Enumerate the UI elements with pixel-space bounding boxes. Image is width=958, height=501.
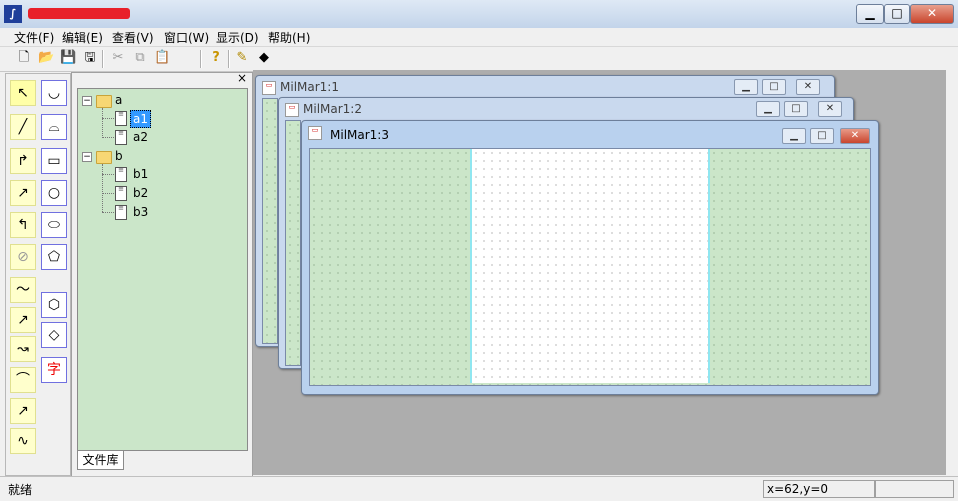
- zigzag-tool[interactable]: ↝: [10, 336, 36, 362]
- tree-line: [102, 174, 114, 175]
- document-icon: ≡: [115, 167, 127, 182]
- document-window-icon: ▭: [285, 103, 299, 117]
- help-icon[interactable]: ?: [208, 50, 224, 66]
- toolbar-separator: [102, 50, 104, 68]
- folder-icon: [96, 151, 112, 164]
- tool-palette: ↖ ◡ ╱ ⌓ ↱ ▭ ↗ ○ ↰ ⬭ ⊘ ⬠ 〜 ↗ ⬡ ↝ ◇ 字 ⌒ ↗ …: [5, 73, 71, 476]
- menu-view[interactable]: 查看(V): [112, 29, 154, 46]
- ellipse-tool[interactable]: ⬭: [41, 212, 67, 238]
- copy-icon[interactable]: ⧉: [132, 50, 148, 66]
- maximize-button[interactable]: □: [762, 79, 786, 95]
- polygon-tool[interactable]: ⬠: [41, 244, 67, 270]
- tree-line: [102, 108, 103, 138]
- document-icon: ≡: [115, 130, 127, 145]
- spline-tool[interactable]: ⌒: [10, 367, 36, 393]
- menu-edit[interactable]: 编辑(E): [62, 29, 103, 46]
- menu-bar: 文件(F) 编辑(E) 查看(V) 窗口(W) 显示(D) 帮助(H): [0, 28, 958, 46]
- polyline-tool[interactable]: 〜: [10, 277, 36, 303]
- tree-folder-b[interactable]: b: [115, 148, 123, 164]
- maximize-button[interactable]: □: [884, 4, 910, 24]
- file-tree: − a ≡ a1 ≡ a2 − b ≡ b1 ≡ b2 ≡ b3: [77, 88, 248, 451]
- close-icon[interactable]: ×: [236, 72, 248, 84]
- status-pane: [874, 480, 954, 498]
- window-title: MilMar1:2: [303, 102, 362, 116]
- document-window-icon: ▭: [262, 81, 276, 95]
- new-file-icon[interactable]: 🗋: [16, 50, 32, 66]
- window-title: MilMar1:3: [330, 128, 389, 142]
- tree-line: [102, 212, 114, 213]
- spline-arrow-tool[interactable]: ↗: [10, 398, 36, 424]
- line-tool[interactable]: ╱: [10, 114, 36, 140]
- close-button[interactable]: ✕: [796, 79, 820, 95]
- arc-tool[interactable]: ↱: [10, 148, 36, 174]
- save-all-icon[interactable]: 🖫: [82, 50, 98, 66]
- diamond-icon[interactable]: ◆: [256, 50, 272, 66]
- tree-line: [102, 193, 114, 194]
- menu-window[interactable]: 窗口(W): [164, 29, 209, 46]
- close-button[interactable]: ✕: [818, 101, 842, 117]
- disabled-curve-tool[interactable]: ⊘: [10, 244, 36, 270]
- menu-help[interactable]: 帮助(H): [268, 29, 310, 46]
- rectangle-tool[interactable]: ▭: [41, 148, 67, 174]
- cursor-coordinates: x=62,y=0: [763, 480, 876, 498]
- polyline-arrow-tool[interactable]: ↗: [10, 307, 36, 333]
- tree-line: [102, 164, 103, 212]
- diamond-shape-tool[interactable]: ◇: [41, 322, 67, 348]
- document-window-icon: ▭: [308, 126, 322, 140]
- paste-icon[interactable]: 📋: [154, 50, 170, 66]
- arc-bottom-tool[interactable]: ◡: [41, 80, 67, 106]
- cut-icon[interactable]: ✂: [110, 50, 126, 66]
- s-curve-tool[interactable]: ∿: [10, 428, 36, 454]
- maximize-button[interactable]: □: [784, 101, 808, 117]
- close-button[interactable]: ✕: [910, 4, 954, 24]
- window-title: MilMar1:1: [280, 80, 339, 94]
- drawing-canvas[interactable]: [285, 120, 301, 366]
- pencil-icon[interactable]: ✎: [234, 50, 250, 66]
- text-tool[interactable]: 字: [41, 357, 67, 383]
- document-icon: ≡: [115, 111, 127, 126]
- collapse-icon[interactable]: −: [82, 152, 92, 162]
- right-border: [946, 70, 958, 475]
- app-logo-icon[interactable]: ∫: [4, 5, 22, 23]
- open-folder-icon[interactable]: 📂: [38, 50, 54, 66]
- tree-item-b1[interactable]: b1: [133, 166, 148, 182]
- hexagon-tool[interactable]: ⬡: [41, 292, 67, 318]
- page-area[interactable]: [470, 149, 710, 383]
- status-bar: 就绪 x=62,y=0: [0, 476, 958, 501]
- redacted-title: [28, 8, 130, 19]
- collapse-icon[interactable]: −: [82, 96, 92, 106]
- toolbar: 🗋 📂 💾 🖫 ✂ ⧉ 📋 ? ✎ ◆: [0, 46, 958, 72]
- half-rect-tool[interactable]: ⌓: [41, 114, 67, 140]
- minimize-button[interactable]: ▁: [734, 79, 758, 95]
- minimize-button[interactable]: ▁: [856, 4, 884, 24]
- select-arrow-tool[interactable]: ↖: [10, 80, 36, 106]
- status-text: 就绪: [8, 483, 33, 497]
- tree-folder-a[interactable]: a: [115, 92, 122, 108]
- minimize-button[interactable]: ▁: [782, 128, 806, 144]
- tree-line: [102, 118, 114, 119]
- toolbar-separator: [228, 50, 230, 68]
- tree-item-a1[interactable]: a1: [130, 110, 151, 128]
- toolbar-separator: [200, 50, 202, 68]
- tree-item-b3[interactable]: b3: [133, 204, 148, 220]
- arc-arrow-tool[interactable]: ↰: [10, 212, 36, 238]
- circle-tool[interactable]: ○: [41, 180, 67, 206]
- document-icon: ≡: [115, 186, 127, 201]
- curve-arrow-tool[interactable]: ↗: [10, 180, 36, 206]
- tree-line: [102, 137, 114, 138]
- document-icon: ≡: [115, 205, 127, 220]
- tab-file-library[interactable]: 文件库: [77, 451, 124, 470]
- menu-display[interactable]: 显示(D): [216, 29, 259, 46]
- tree-item-a2[interactable]: a2: [133, 129, 148, 145]
- save-icon[interactable]: 💾: [60, 50, 76, 66]
- title-bar: ∫ ▁ □ ✕: [0, 0, 958, 29]
- maximize-button[interactable]: □: [810, 128, 834, 144]
- close-button[interactable]: ✕: [840, 128, 870, 144]
- folder-icon: [96, 95, 112, 108]
- tree-item-b2[interactable]: b2: [133, 185, 148, 201]
- menu-file[interactable]: 文件(F): [14, 29, 54, 46]
- drawing-canvas[interactable]: [262, 98, 278, 344]
- minimize-button[interactable]: ▁: [756, 101, 780, 117]
